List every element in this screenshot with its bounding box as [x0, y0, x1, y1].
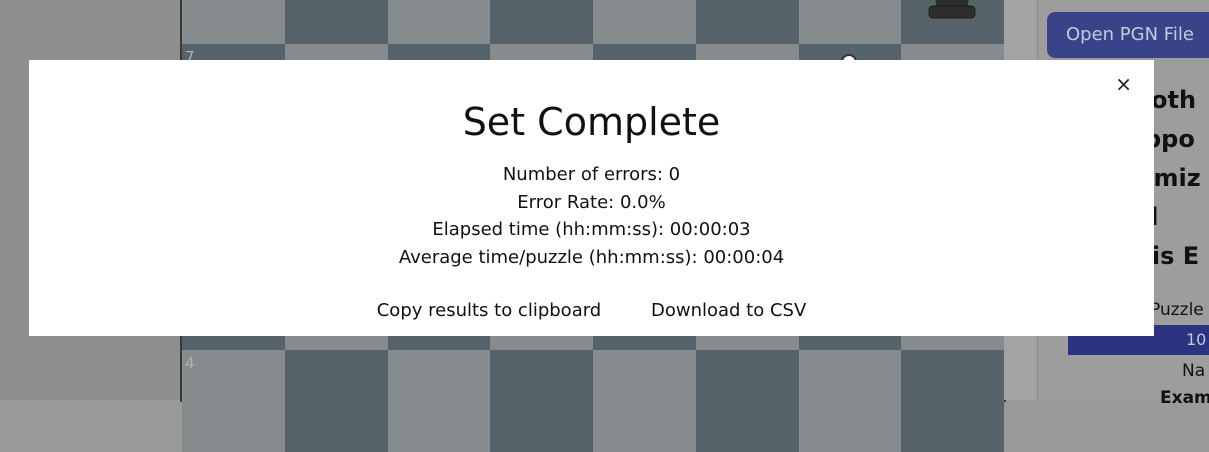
panel-text-fragment: oth [1151, 86, 1197, 114]
chess-piece-icon [928, 0, 976, 19]
modal-actions: Copy results to clipboard Download to CS… [29, 300, 1154, 321]
board-square [284, 350, 388, 452]
board-square [387, 350, 491, 452]
board-square [490, 350, 593, 452]
example-label: Exam [1160, 388, 1209, 408]
modal-title: Set Complete [462, 100, 721, 144]
puzzle-counter-value: 10 [1186, 330, 1207, 349]
board-square [798, 350, 902, 452]
copy-results-button[interactable]: Copy results to clipboard [377, 300, 602, 321]
name-label: Na [1182, 361, 1206, 381]
stat-elapsed-time: Elapsed time (hh:mm:ss): 00:00:03 [432, 219, 751, 240]
board-square [490, 0, 593, 44]
stat-errors: Number of errors: 0 [502, 164, 681, 185]
rank-label: 4 [185, 354, 195, 372]
board-square [695, 350, 799, 452]
board-square [798, 0, 902, 44]
set-complete-modal: × Set Complete Number of errors: 0 Error… [29, 60, 1154, 336]
close-icon[interactable]: × [1115, 74, 1132, 94]
board-square [901, 350, 1004, 452]
board-square [593, 0, 696, 44]
download-csv-button[interactable]: Download to CSV [651, 300, 806, 321]
board-square [387, 0, 491, 44]
puzzle-label: Puzzle [1150, 300, 1204, 320]
board-square: 4 [182, 350, 285, 452]
board-square [901, 0, 1004, 44]
board-square [593, 350, 696, 452]
board-square [182, 0, 285, 44]
stat-error-rate: Error Rate: 0.0% [517, 191, 666, 213]
board-square [284, 0, 388, 44]
board-square [695, 0, 799, 44]
open-pgn-button[interactable]: Open PGN File [1047, 12, 1209, 58]
stats-list: Number of errors: 0 Error Rate: 0.0% Ela… [29, 161, 1154, 271]
stat-average-time: Average time/puzzle (hh:mm:ss): 00:00:04 [398, 246, 785, 268]
